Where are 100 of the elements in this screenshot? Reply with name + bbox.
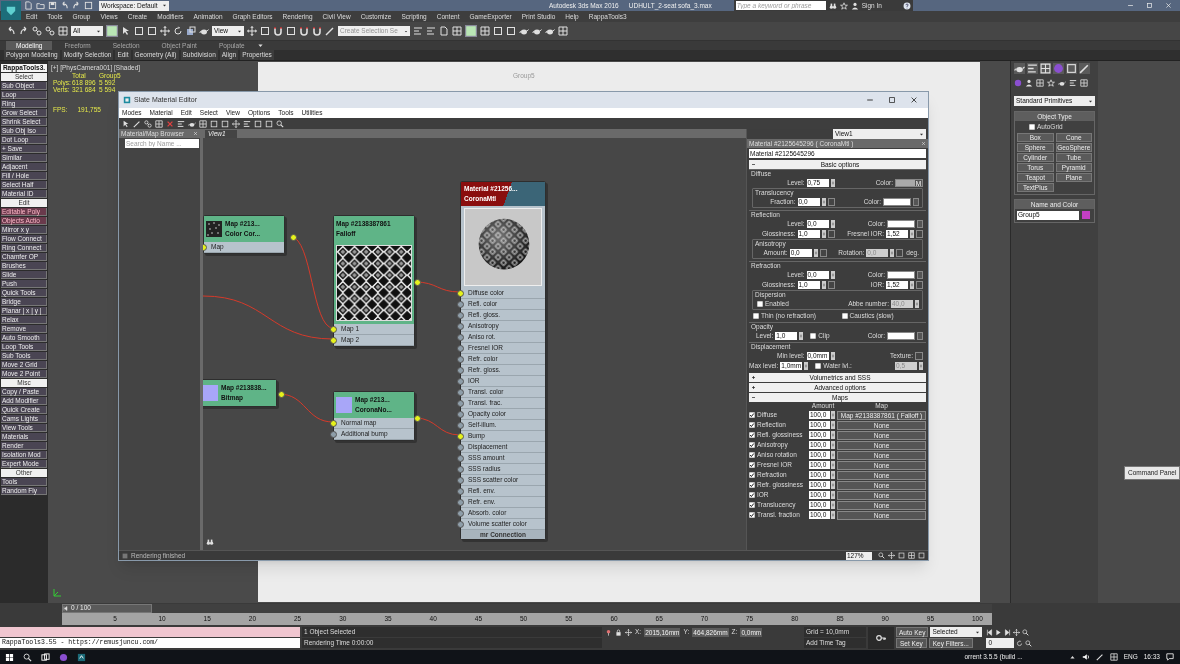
spinner-arrows-icon[interactable] xyxy=(804,362,809,370)
spinner-arrows-icon[interactable] xyxy=(830,220,835,228)
square-icon[interactable] xyxy=(260,26,270,36)
task-view-icon[interactable] xyxy=(41,652,50,662)
port-socket[interactable] xyxy=(457,333,464,341)
port-socket[interactable] xyxy=(457,366,464,374)
close-icon[interactable] xyxy=(910,96,918,104)
go-to-start-icon[interactable] xyxy=(986,628,994,636)
minimize-icon[interactable] xyxy=(866,96,874,104)
color-swatch[interactable] xyxy=(1082,211,1090,220)
material-node[interactable] xyxy=(460,181,546,540)
link-icon[interactable] xyxy=(45,26,55,36)
checkbox[interactable] xyxy=(749,492,755,498)
grid-icon[interactable] xyxy=(452,26,462,36)
port-socket[interactable] xyxy=(330,336,337,344)
star-icon[interactable] xyxy=(839,1,848,10)
port-socket[interactable] xyxy=(330,325,337,333)
port-socket[interactable] xyxy=(330,430,337,438)
user-icon[interactable] xyxy=(850,1,859,10)
binoculars-icon[interactable] xyxy=(206,538,214,546)
minimize-icon[interactable] xyxy=(1127,2,1134,9)
port-socket[interactable] xyxy=(457,399,464,407)
bars-icon[interactable] xyxy=(413,26,423,36)
start-icon[interactable] xyxy=(5,652,14,662)
color-swatch[interactable] xyxy=(887,220,915,228)
grid-icon[interactable] xyxy=(155,119,163,128)
go-to-end-icon[interactable] xyxy=(1004,628,1012,636)
bars-icon[interactable] xyxy=(426,26,436,36)
checkbox[interactable] xyxy=(749,472,755,478)
port-socket[interactable] xyxy=(457,465,464,473)
circle-app-icon[interactable] xyxy=(59,652,68,662)
port-socket[interactable] xyxy=(457,476,464,484)
notification-icon[interactable] xyxy=(1166,653,1174,661)
zoom-icon[interactable] xyxy=(276,119,284,128)
port-socket[interactable] xyxy=(457,454,464,462)
move-icon[interactable] xyxy=(160,26,170,36)
move-icon[interactable] xyxy=(232,119,240,128)
file-icon[interactable] xyxy=(439,26,449,36)
rotate-icon[interactable] xyxy=(173,26,183,36)
teapot-icon[interactable] xyxy=(519,26,529,36)
port-socket[interactable] xyxy=(457,498,464,506)
app-icon[interactable] xyxy=(77,652,86,662)
zoom-icon[interactable] xyxy=(1025,639,1033,647)
rotate-icon[interactable] xyxy=(1016,639,1024,647)
utilities-tab-icon[interactable] xyxy=(1079,63,1090,74)
port-socket[interactable] xyxy=(457,355,464,363)
square-icon[interactable] xyxy=(254,119,262,128)
toggle-button-icon[interactable] xyxy=(465,25,477,37)
cursor-icon[interactable] xyxy=(122,119,130,128)
grid-icon[interactable] xyxy=(480,26,490,36)
link-icon[interactable] xyxy=(144,119,152,128)
map-slot-button[interactable] xyxy=(819,249,827,257)
map-slot-button[interactable] xyxy=(827,230,835,238)
spinner-arrows-icon[interactable] xyxy=(799,332,804,340)
person-icon[interactable] xyxy=(1025,79,1033,87)
port-socket[interactable] xyxy=(457,377,464,385)
teapot-icon[interactable] xyxy=(532,26,542,36)
checkbox[interactable] xyxy=(749,482,755,488)
bars-icon[interactable] xyxy=(1069,79,1077,87)
move-icon[interactable] xyxy=(1013,628,1021,636)
grid-icon[interactable] xyxy=(558,26,568,36)
help-icon[interactable] xyxy=(902,1,911,10)
square-icon[interactable] xyxy=(84,1,93,10)
search-icon[interactable] xyxy=(23,652,32,662)
checkbox[interactable] xyxy=(749,512,755,518)
restore-icon[interactable] xyxy=(1146,2,1153,9)
port-socket[interactable] xyxy=(457,311,464,319)
output-socket[interactable] xyxy=(278,391,285,398)
port-socket[interactable] xyxy=(457,432,464,440)
teapot-icon[interactable] xyxy=(1058,79,1066,87)
checkbox[interactable] xyxy=(841,313,848,319)
map-slot-button[interactable] xyxy=(915,352,923,360)
script-input-field[interactable] xyxy=(0,627,300,637)
color-swatch[interactable] xyxy=(887,271,915,279)
caret-up-icon[interactable] xyxy=(1068,653,1076,661)
map-slot-button[interactable] xyxy=(827,281,835,289)
grid-icon[interactable] xyxy=(58,26,68,36)
create-tab-icon[interactable] xyxy=(1014,63,1025,74)
bars-icon[interactable] xyxy=(243,119,251,128)
redo-icon[interactable] xyxy=(19,26,29,36)
caret-left-icon[interactable] xyxy=(63,605,68,611)
output-socket[interactable] xyxy=(414,279,421,286)
square-icon[interactable] xyxy=(506,26,516,36)
cursor-icon[interactable] xyxy=(121,26,131,36)
undo-icon[interactable] xyxy=(6,26,16,36)
checkbox[interactable] xyxy=(749,422,755,428)
move-icon[interactable] xyxy=(247,26,257,36)
node-canvas[interactable] xyxy=(203,138,746,550)
selection-square-icon[interactable] xyxy=(134,26,144,36)
square-icon[interactable] xyxy=(265,119,273,128)
grid-icon[interactable] xyxy=(1109,653,1118,661)
port-socket[interactable] xyxy=(457,443,464,451)
checkbox[interactable] xyxy=(749,412,755,418)
save-icon[interactable] xyxy=(48,1,57,10)
star-icon[interactable] xyxy=(1047,79,1055,87)
binoculars-icon[interactable] xyxy=(828,1,837,10)
spinner-arrows-icon[interactable] xyxy=(821,281,826,289)
magnet-icon[interactable] xyxy=(273,26,283,36)
undo-icon[interactable] xyxy=(60,1,69,10)
checkbox[interactable] xyxy=(749,452,755,458)
